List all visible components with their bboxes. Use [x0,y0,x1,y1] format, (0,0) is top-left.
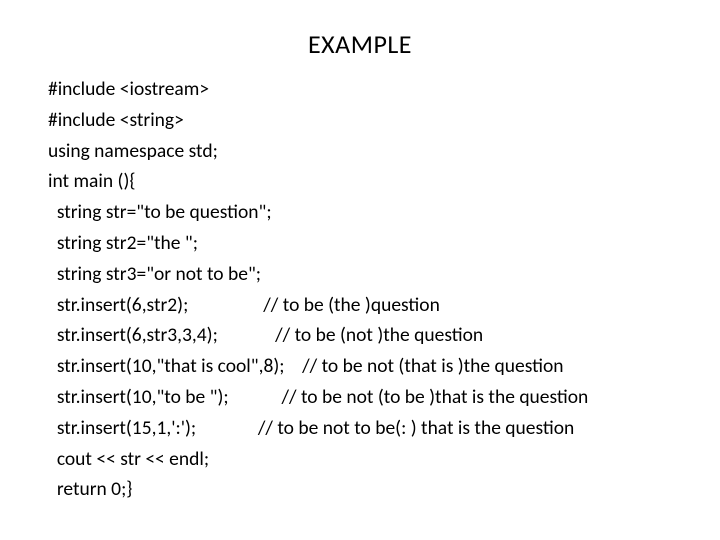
page-title: EXAMPLE [48,28,672,60]
code-line: str.insert(6,str2); // to be (the )quest… [48,290,672,321]
code-line: str.insert(6,str3,3,4); // to be (not )t… [48,320,672,351]
code-line: string str2="the "; [48,228,672,259]
code-block: #include <iostream> #include <string> us… [48,74,672,505]
code-line: string str3="or not to be"; [48,259,672,290]
code-line: string str="to be question"; [48,197,672,228]
code-line: #include <iostream> [48,74,672,105]
code-line: str.insert(10,"to be "); // to be not (t… [48,382,672,413]
code-line: using namespace std; [48,136,672,167]
code-line: #include <string> [48,105,672,136]
code-line: cout << str << endl; [48,444,672,475]
code-line: return 0;} [48,474,672,505]
code-line: int main (){ [48,166,672,197]
code-line: str.insert(10,"that is cool",8); // to b… [48,351,672,382]
code-line: str.insert(15,1,':'); // to be not to be… [48,413,672,444]
